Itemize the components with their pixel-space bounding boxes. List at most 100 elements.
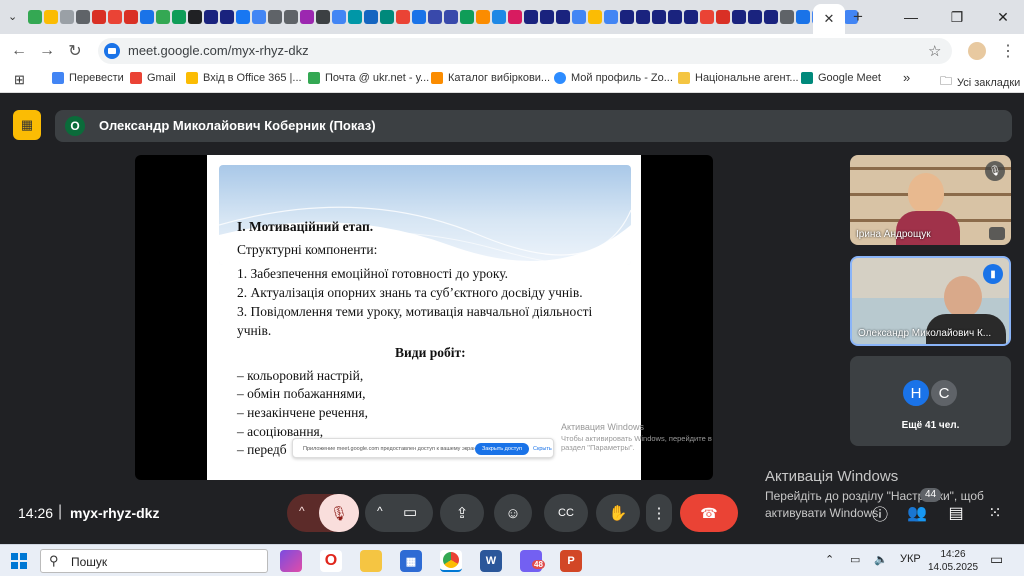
tab-favicon[interactable] xyxy=(316,10,330,24)
tab-favicon[interactable] xyxy=(220,10,234,24)
omnibox[interactable]: meet.google.com/myx-rhyz-dkz ☆ xyxy=(98,38,952,64)
tab-favicon[interactable] xyxy=(556,10,570,24)
tab-favicon[interactable] xyxy=(604,10,618,24)
tab-favicon[interactable] xyxy=(156,10,170,24)
stop-sharing-button[interactable]: Закрыть доступ xyxy=(475,443,529,455)
raise-hand-button[interactable]: ✋ xyxy=(596,494,640,532)
tab-favicon[interactable] xyxy=(668,10,682,24)
tab-favicon[interactable] xyxy=(188,10,202,24)
bookmark-item[interactable]: Google Meet xyxy=(801,72,881,84)
tab-favicon[interactable] xyxy=(732,10,746,24)
tab-favicon[interactable] xyxy=(780,10,794,24)
present-screen-button[interactable]: ⇪ xyxy=(440,494,484,532)
bookmark-item[interactable]: Національне агент... xyxy=(678,72,799,84)
chevron-up-icon[interactable]: ^ xyxy=(299,504,305,518)
tab-favicon[interactable] xyxy=(300,10,314,24)
bookmark-item[interactable]: Каталог вибіркови... xyxy=(431,72,550,84)
input-language[interactable]: УКР xyxy=(900,553,921,565)
tab-favicon[interactable] xyxy=(28,10,42,24)
presentation-icon[interactable]: ▦ xyxy=(13,110,41,140)
tab-favicon[interactable] xyxy=(348,10,362,24)
tab-favicon[interactable] xyxy=(108,10,122,24)
leave-call-button[interactable]: ☎ xyxy=(680,494,738,532)
more-participants-tile[interactable]: Н С Ещё 41 чел. xyxy=(850,356,1011,446)
tab-favicon[interactable] xyxy=(284,10,298,24)
opera-icon[interactable]: O xyxy=(320,550,342,572)
tab-favicon[interactable] xyxy=(60,10,74,24)
bookmark-item[interactable]: Мой профиль - Zo... xyxy=(554,72,673,84)
tab-favicon[interactable] xyxy=(204,10,218,24)
tab-favicon[interactable] xyxy=(716,10,730,24)
tab-favicon[interactable] xyxy=(44,10,58,24)
tab-favicon[interactable] xyxy=(396,10,410,24)
tab-favicon[interactable] xyxy=(444,10,458,24)
tab-favicon[interactable] xyxy=(524,10,538,24)
tab-search-chevron-icon[interactable]: ⌄ xyxy=(8,10,17,23)
tab-favicon[interactable] xyxy=(748,10,762,24)
tab-favicon[interactable] xyxy=(172,10,186,24)
info-icon[interactable]: ⓘ xyxy=(869,502,891,524)
tab-favicon[interactable] xyxy=(652,10,666,24)
tab-favicon[interactable] xyxy=(236,10,250,24)
tab-favicon[interactable] xyxy=(140,10,154,24)
people-icon[interactable]: 👥 xyxy=(906,502,928,524)
close-tab-icon[interactable]: ✕ xyxy=(824,11,835,27)
taskbar-clock[interactable]: 14:26 14.05.2025 xyxy=(928,548,978,574)
tab-favicon[interactable] xyxy=(364,10,378,24)
back-arrow-icon[interactable]: ← xyxy=(8,41,30,61)
emoji-button[interactable]: ☺ xyxy=(494,494,532,532)
tab-favicon[interactable] xyxy=(700,10,714,24)
chrome-icon[interactable] xyxy=(440,550,462,572)
active-tab[interactable]: ✕ xyxy=(813,4,845,34)
tab-favicon[interactable] xyxy=(92,10,106,24)
tab-favicon[interactable] xyxy=(268,10,282,24)
hide-popup-link[interactable]: Скрыть xyxy=(533,446,552,452)
captions-button[interactable]: CC xyxy=(544,494,588,532)
tab-favicon[interactable] xyxy=(332,10,346,24)
tab-favicon[interactable] xyxy=(796,10,810,24)
tab-favicon[interactable] xyxy=(572,10,586,24)
bookmark-item[interactable]: Перевести xyxy=(52,72,124,84)
restore-icon[interactable]: ❐ xyxy=(934,0,980,34)
tab-favicon[interactable] xyxy=(508,10,522,24)
tab-favicon[interactable] xyxy=(636,10,650,24)
tab-favicon[interactable] xyxy=(588,10,602,24)
tab-favicon[interactable] xyxy=(460,10,474,24)
file-explorer-icon[interactable] xyxy=(360,550,382,572)
close-window-icon[interactable]: ✕ xyxy=(980,0,1024,34)
tab-favicon[interactable] xyxy=(380,10,394,24)
tab-favicon[interactable] xyxy=(76,10,90,24)
participant-tile-speaking[interactable]: ▮ Олександр Миколайович К... xyxy=(850,256,1011,346)
tray-expand-icon[interactable]: ⌃ xyxy=(825,553,834,566)
tab-favicon[interactable] xyxy=(620,10,634,24)
tab-favicon[interactable] xyxy=(124,10,138,24)
tab-favicon[interactable] xyxy=(252,10,266,24)
chevron-up-icon[interactable]: ^ xyxy=(377,504,383,518)
tab-favicon[interactable] xyxy=(412,10,426,24)
bookmarks-overflow-button[interactable]: » xyxy=(903,70,910,85)
tab-favicon[interactable] xyxy=(476,10,490,24)
tab-favicon[interactable] xyxy=(492,10,506,24)
participant-tile[interactable]: 🎙 Ірина Андрощук xyxy=(850,155,1011,245)
bookmark-item[interactable]: Gmail xyxy=(130,72,176,84)
kebab-menu-icon[interactable]: ⋮ xyxy=(1000,41,1016,61)
minimize-icon[interactable]: — xyxy=(888,0,934,34)
apps-grid-icon[interactable]: ⊞ xyxy=(14,72,25,88)
battery-icon[interactable]: ▭ xyxy=(850,553,860,566)
camera-icon[interactable]: ▭ xyxy=(403,503,417,521)
tab-favicon[interactable] xyxy=(428,10,442,24)
forward-arrow-icon[interactable]: → xyxy=(36,41,58,61)
chat-icon[interactable]: ▤ xyxy=(945,502,967,524)
mic-off-button[interactable]: 🎙 xyxy=(319,494,359,532)
windows-start-icon[interactable] xyxy=(11,553,27,569)
star-bookmark-icon[interactable]: ☆ xyxy=(928,42,941,60)
profile-avatar[interactable] xyxy=(968,42,986,60)
word-icon[interactable]: W xyxy=(480,550,502,572)
notifications-icon[interactable]: ▭ xyxy=(990,551,1003,568)
bookmark-item[interactable]: Вхід в Office 365 |... xyxy=(186,72,302,84)
taskbar-search[interactable]: ⚲ Пошук xyxy=(40,549,268,573)
volume-icon[interactable]: 🔈 xyxy=(874,553,888,566)
powerpoint-icon[interactable]: P xyxy=(560,550,582,572)
more-options-button[interactable]: ⋮ xyxy=(646,494,672,532)
calendar-app-icon[interactable]: ▦ xyxy=(400,550,422,572)
